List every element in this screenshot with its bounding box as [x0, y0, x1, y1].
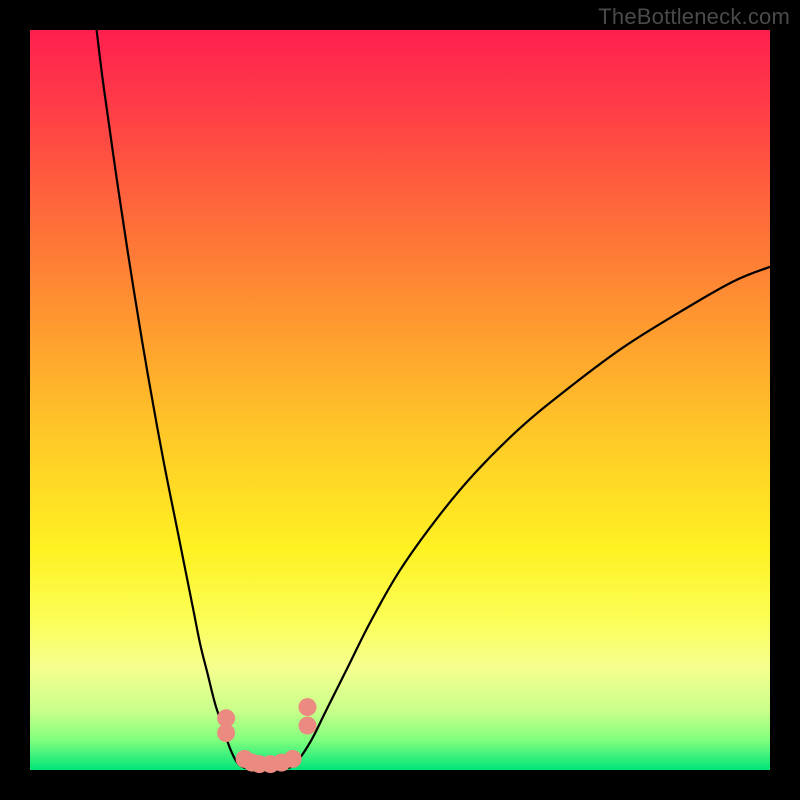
data-marker — [299, 717, 317, 735]
chart-frame: TheBottleneck.com — [0, 0, 800, 800]
plot-area — [30, 30, 770, 770]
data-marker — [299, 698, 317, 716]
data-marker — [217, 724, 235, 742]
data-markers — [217, 698, 316, 773]
bottleneck-curve — [97, 30, 770, 770]
curve-layer — [30, 30, 770, 770]
data-marker — [284, 750, 302, 768]
attribution-text: TheBottleneck.com — [598, 4, 790, 30]
